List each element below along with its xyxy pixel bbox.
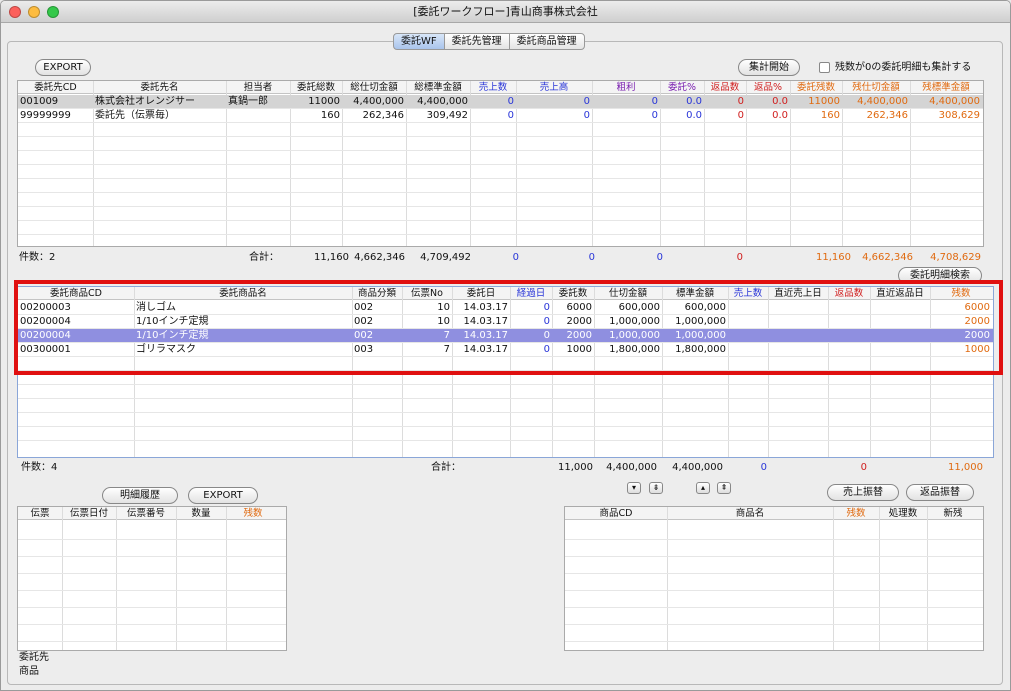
app-window: [委託ワークフロー]青山商事株式会社 委託WF 委託先管理 委託商品管理 EXP… [0, 0, 1011, 691]
col-slip-no[interactable]: 伝票No [402, 287, 452, 300]
top-export-button[interactable]: EXPORT [35, 59, 91, 76]
middle-total-qty: 11,000 [558, 462, 593, 473]
col-total-qty[interactable]: 委託総数 [290, 81, 342, 94]
col-client-cd[interactable]: 委託先CD [18, 81, 93, 94]
close-window-button[interactable] [9, 6, 21, 18]
window-title: [委託ワークフロー]青山商事株式会社 [413, 5, 598, 18]
client-summary-table: 委託先CD 委託先名 担当者 委託総数 総仕切金額 総標準金額 売上数 売上高 … [17, 80, 984, 247]
detail-search-button[interactable]: 委託明細検索 [898, 267, 982, 284]
tab-client-management[interactable]: 委託先管理 [443, 33, 510, 50]
col-return-qty[interactable]: 返品数 [704, 81, 746, 94]
middle-total-label: 合計： [431, 462, 461, 473]
transfer-table: 商品CD 商品名 残数 処理数 新残 [564, 506, 984, 651]
sales-transfer-button[interactable]: 売上振替 [827, 484, 899, 501]
table-row[interactable]: 001009 株式会社オレンジサー 真鍋一郎 11000 4,400,000 4… [18, 95, 983, 108]
col-last-sale-date[interactable]: 直近売上日 [768, 287, 828, 300]
col-standard[interactable]: 標準金額 [662, 287, 728, 300]
client-label: 委託先 [19, 652, 49, 663]
col-middle-return-qty[interactable]: 返品数 [828, 287, 870, 300]
col-transfer-product-name[interactable]: 商品名 [667, 507, 833, 520]
minimize-window-button[interactable] [28, 6, 40, 18]
col-product-name[interactable]: 委託商品名 [134, 287, 352, 300]
col-quantity[interactable]: 数量 [176, 507, 226, 520]
col-total-wholesale[interactable]: 総仕切金額 [342, 81, 406, 94]
top-total-returns: 0 [736, 252, 743, 263]
product-detail-table: 委託商品CD 委託商品名 商品分類 伝票No 委託日 経過日 委託数 仕切金額 … [17, 286, 994, 458]
tab-bar: 委託WF 委託先管理 委託商品管理 [393, 33, 585, 50]
col-sales-amount[interactable]: 売上高 [516, 81, 592, 94]
table-row[interactable]: 00200003 消しゴム 002 10 14.03.17 0 6000 600… [18, 301, 993, 314]
history-table: 伝票 伝票日付 伝票番号 数量 残数 [17, 506, 287, 651]
col-transfer-remaining[interactable]: 残数 [833, 507, 879, 520]
tab-itaku-wf[interactable]: 委託WF [393, 33, 445, 50]
top-total-remaining-wholesale: 4,662,346 [862, 252, 913, 263]
top-total-profit: 0 [656, 252, 663, 263]
middle-total-sales-qty: 0 [760, 462, 767, 473]
zoom-window-button[interactable] [47, 6, 59, 18]
middle-total-wholesale: 4,400,000 [606, 462, 657, 473]
top-total-sales-qty: 0 [512, 252, 519, 263]
col-history-remaining[interactable]: 残数 [226, 507, 280, 520]
move-top-icon[interactable]: ⇞ [717, 482, 731, 494]
top-total-label: 合計： [249, 252, 279, 263]
return-transfer-button[interactable]: 返品振替 [906, 484, 974, 501]
col-middle-sales-qty[interactable]: 売上数 [728, 287, 768, 300]
table-row[interactable]: 00300001 ゴリラマスク 003 7 14.03.17 0 1000 1,… [18, 343, 993, 356]
col-processing-qty[interactable]: 処理数 [879, 507, 927, 520]
col-total-standard[interactable]: 総標準金額 [406, 81, 470, 94]
top-total-remaining-standard: 4,708,629 [930, 252, 981, 263]
product-label: 商品 [19, 666, 39, 677]
col-elapsed-days[interactable]: 経過日 [510, 287, 552, 300]
col-itaku-date[interactable]: 委託日 [452, 287, 510, 300]
top-total-standard: 4,709,492 [420, 252, 471, 263]
table-row-selected[interactable]: 00200004 1/10インチ定規 002 7 14.03.17 0 2000… [18, 329, 993, 342]
top-total-sales: 0 [588, 252, 595, 263]
title-bar: [委託ワークフロー]青山商事株式会社 [1, 1, 1010, 23]
aggregate-start-button[interactable]: 集計開始 [738, 59, 800, 76]
col-client-name[interactable]: 委託先名 [93, 81, 226, 94]
table-row[interactable]: 00200004 1/10インチ定規 002 10 14.03.17 0 200… [18, 315, 993, 328]
table-row[interactable]: 99999999 委託先（伝票毎） 160 262,346 309,492 0 … [18, 109, 983, 122]
col-slip[interactable]: 伝票 [18, 507, 62, 520]
col-itaku-pct[interactable]: 委託% [660, 81, 704, 94]
col-itaku-qty[interactable]: 委託数 [552, 287, 594, 300]
product-detail-header: 委託商品CD 委託商品名 商品分類 伝票No 委託日 経過日 委託数 仕切金額 … [18, 287, 993, 300]
zero-remaining-checkbox[interactable] [819, 62, 830, 73]
tab-product-management[interactable]: 委託商品管理 [508, 33, 585, 50]
col-slip-number[interactable]: 伝票番号 [116, 507, 176, 520]
move-bottom-icon[interactable]: ⇟ [649, 482, 663, 494]
col-transfer-product-cd[interactable]: 商品CD [565, 507, 667, 520]
col-slip-date[interactable]: 伝票日付 [62, 507, 116, 520]
client-summary-header: 委託先CD 委託先名 担当者 委託総数 総仕切金額 総標準金額 売上数 売上高 … [18, 81, 983, 94]
top-count: 件数：2 [19, 252, 56, 263]
zero-remaining-checkbox-label: 残数が0の委託明細も集計する [835, 62, 972, 73]
col-product-cd[interactable]: 委託商品CD [18, 287, 134, 300]
top-total-remaining-qty: 11,160 [816, 252, 851, 263]
top-total-qty: 11,160 [314, 252, 349, 263]
detail-history-button[interactable]: 明細履歴 [102, 487, 178, 504]
move-down-icon[interactable]: ▾ [627, 482, 641, 494]
col-middle-remaining[interactable]: 残数 [930, 287, 992, 300]
bottom-export-button[interactable]: EXPORT [188, 487, 258, 504]
middle-total-remaining: 11,000 [948, 462, 983, 473]
middle-count: 件数：4 [21, 462, 58, 473]
col-new-remaining[interactable]: 新残 [927, 507, 979, 520]
col-gross-profit[interactable]: 粗利 [592, 81, 660, 94]
col-remaining-wholesale[interactable]: 残仕切金額 [842, 81, 910, 94]
middle-total-standard: 4,400,000 [672, 462, 723, 473]
middle-total-returns: 0 [860, 462, 867, 473]
transfer-header: 商品CD 商品名 残数 処理数 新残 [565, 507, 983, 520]
move-up-icon[interactable]: ▴ [696, 482, 710, 494]
col-last-return-date[interactable]: 直近返品日 [870, 287, 930, 300]
col-remaining-standard[interactable]: 残標準金額 [910, 81, 982, 94]
col-sales-qty[interactable]: 売上数 [470, 81, 516, 94]
top-total-wholesale: 4,662,346 [354, 252, 405, 263]
col-remaining-qty[interactable]: 委託残数 [790, 81, 842, 94]
col-return-pct[interactable]: 返品% [746, 81, 790, 94]
col-staff[interactable]: 担当者 [226, 81, 290, 94]
history-header: 伝票 伝票日付 伝票番号 数量 残数 [18, 507, 286, 520]
col-wholesale[interactable]: 仕切金額 [594, 287, 662, 300]
col-category[interactable]: 商品分類 [352, 287, 402, 300]
